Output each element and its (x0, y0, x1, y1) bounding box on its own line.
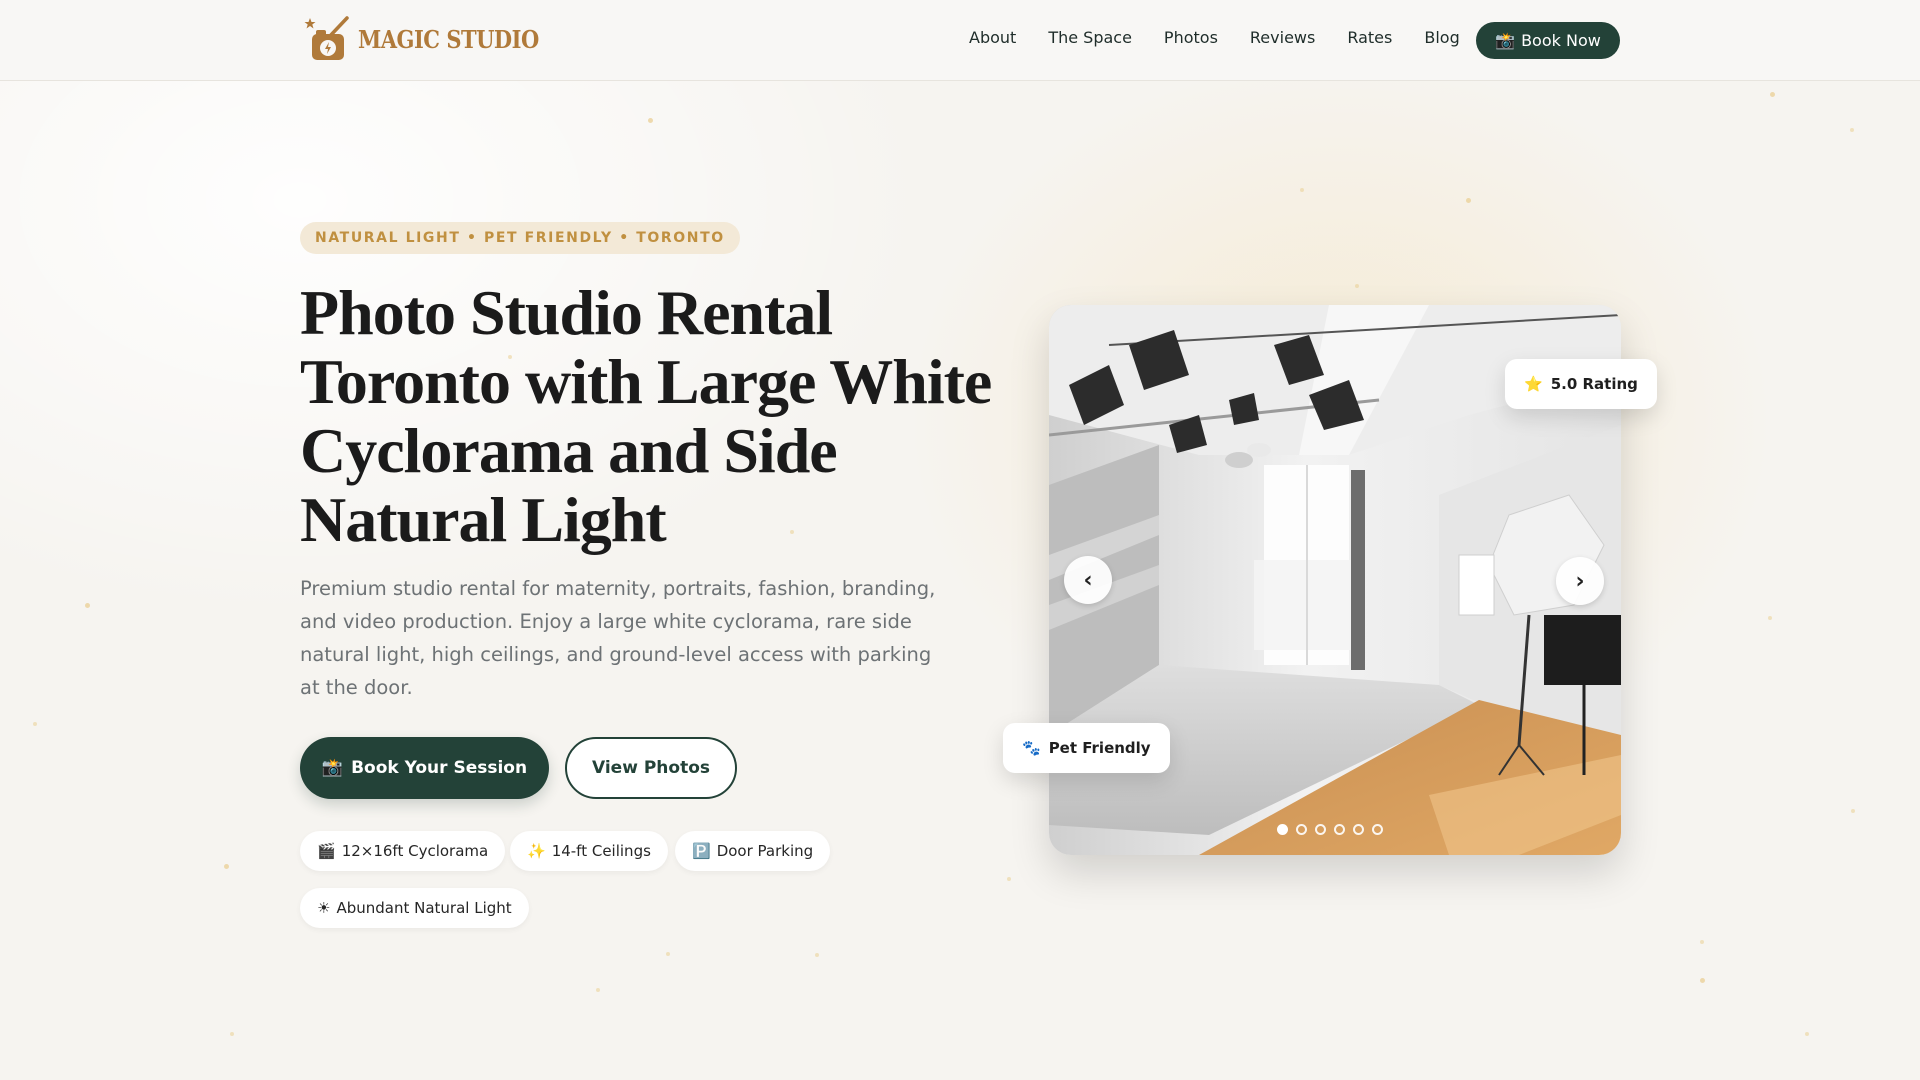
carousel-prev-button[interactable]: ‹ (1064, 556, 1112, 604)
main-nav: About The Space Photos Reviews Rates Blo… (969, 28, 1476, 47)
book-session-button[interactable]: 📸 Book Your Session (300, 737, 549, 799)
carousel-dot[interactable] (1315, 824, 1326, 835)
page-title: Photo Studio Rental Toronto with Large W… (300, 277, 992, 555)
nav-the-space[interactable]: The Space (1032, 28, 1148, 47)
pet-friendly-badge: 🐾 Pet Friendly (1003, 723, 1170, 773)
feature-label: Abundant Natural Light (336, 899, 512, 917)
carousel-dot[interactable] (1334, 824, 1345, 835)
feature-label: 14-ft Ceilings (551, 842, 651, 860)
feature-chip-natural-light: ☀ Abundant Natural Light (300, 888, 529, 928)
feature-label: 12×16ft Cyclorama (341, 842, 489, 860)
hero-description: Premium studio rental for maternity, por… (300, 577, 936, 699)
chevron-left-icon: ‹ (1083, 567, 1093, 593)
feature-label: Door Parking (716, 842, 814, 860)
feature-chip-cyclorama: 🎬 12×16ft Cyclorama (300, 831, 506, 871)
pet-friendly-label: Pet Friendly (1048, 739, 1151, 757)
book-now-button[interactable]: 📸 Book Now (1476, 22, 1620, 59)
rating-label: 5.0 Rating (1550, 375, 1638, 393)
carousel-dots (1277, 824, 1383, 835)
nav-reviews[interactable]: Reviews (1234, 28, 1331, 47)
carousel-dot[interactable] (1353, 824, 1364, 835)
view-photos-button[interactable]: View Photos (565, 737, 737, 799)
sparkles-icon: ✨ (527, 842, 546, 860)
feature-chip-ceilings: ✨ 14-ft Ceilings (510, 831, 668, 871)
clapperboard-icon: 🎬 (317, 842, 336, 860)
paw-icon: 🐾 (1022, 739, 1041, 757)
carousel-dot[interactable] (1372, 824, 1383, 835)
nav-rates[interactable]: Rates (1331, 28, 1408, 47)
site-header: MAGIC STUDIO About The Space Photos Revi… (0, 0, 1920, 81)
parking-icon: 🅿️ (692, 842, 711, 860)
book-now-label: Book Now (1521, 31, 1601, 50)
camera-logo-icon (304, 16, 349, 60)
nav-photos[interactable]: Photos (1148, 28, 1234, 47)
logo[interactable]: MAGIC STUDIO (302, 16, 539, 62)
camera-flash-icon: 📸 (321, 758, 344, 778)
logo-text: MAGIC STUDIO (358, 24, 539, 54)
rating-badge: ⭐ 5.0 Rating (1505, 359, 1657, 409)
feature-chip-parking: 🅿️ Door Parking (675, 831, 831, 871)
carousel-dot[interactable] (1296, 824, 1307, 835)
nav-blog[interactable]: Blog (1408, 28, 1475, 47)
star-icon: ⭐ (1524, 375, 1543, 393)
hero-tagline: NATURAL LIGHT • PET FRIENDLY • TORONTO (300, 222, 740, 254)
chevron-right-icon: › (1575, 568, 1585, 594)
sun-icon: ☀ (317, 899, 331, 917)
carousel-next-button[interactable]: › (1556, 557, 1604, 605)
nav-about[interactable]: About (969, 28, 1032, 47)
book-session-label: Book Your Session (351, 758, 528, 778)
carousel-dot[interactable] (1277, 824, 1288, 835)
camera-flash-icon: 📸 (1495, 31, 1516, 50)
